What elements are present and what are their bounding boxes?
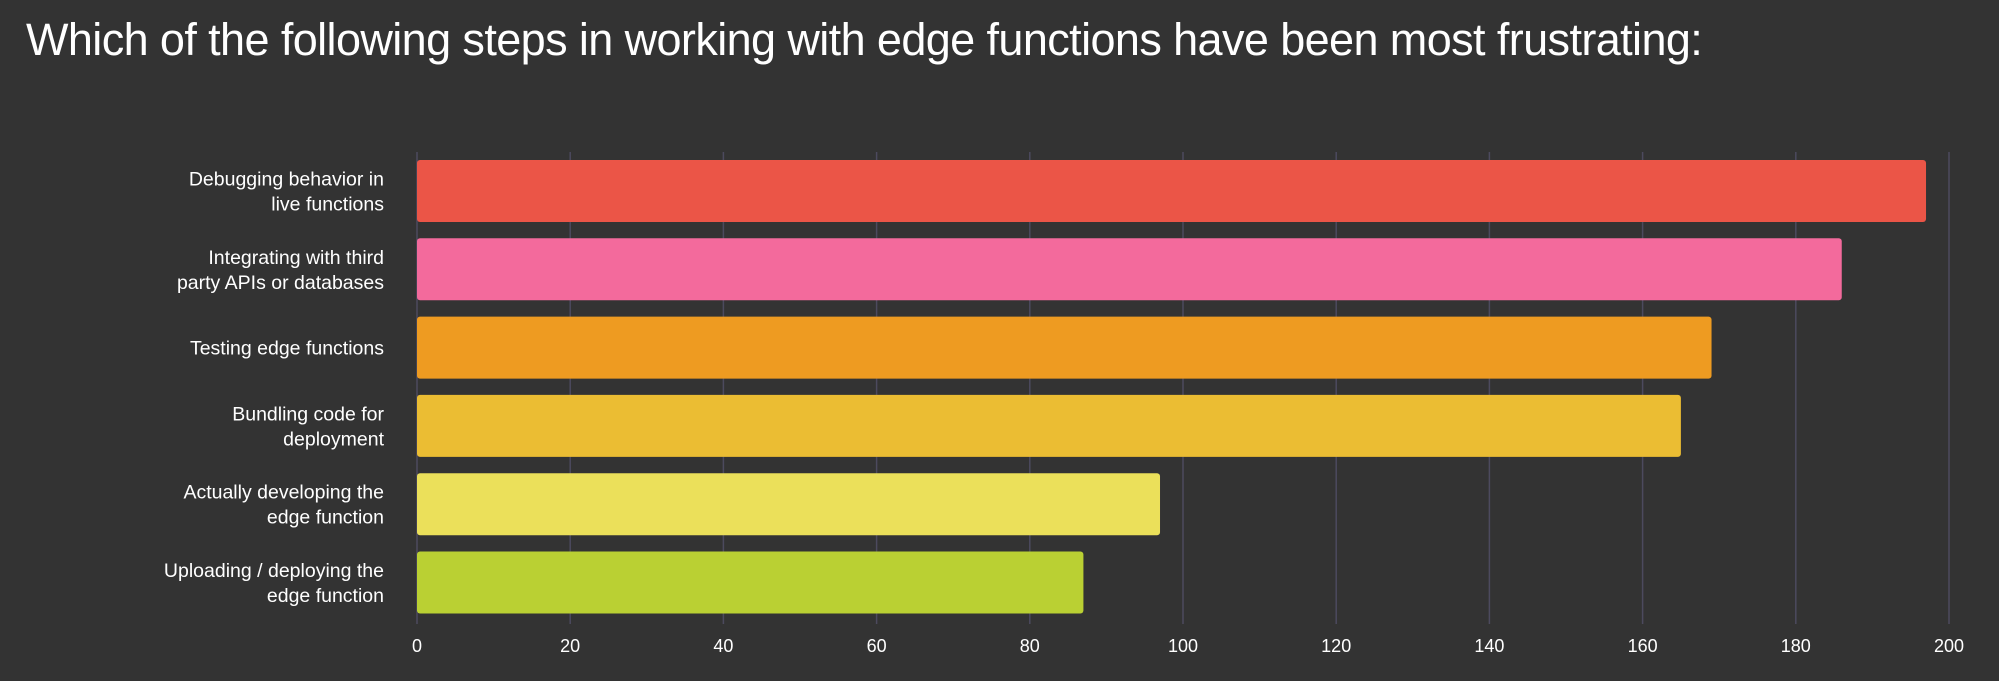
bar bbox=[417, 394, 1681, 457]
x-tick-label: 140 bbox=[1474, 636, 1504, 656]
y-category-label: Debugging behavior in live functions bbox=[189, 169, 384, 216]
x-tick-label: 80 bbox=[1020, 636, 1040, 656]
x-tick-label: 180 bbox=[1781, 636, 1811, 656]
y-category-label-line: edge function bbox=[267, 585, 384, 607]
y-category-label: Bundling code for deployment bbox=[232, 403, 384, 450]
bar bbox=[417, 551, 1084, 614]
y-category-label-line: Integrating with third bbox=[208, 247, 384, 269]
x-tick-label: 0 bbox=[412, 636, 422, 656]
bar bbox=[417, 238, 1842, 301]
x-tick-label: 160 bbox=[1628, 636, 1658, 656]
x-tick-label: 20 bbox=[560, 636, 580, 656]
y-category-label-line: live functions bbox=[271, 194, 384, 216]
y-category-label-line: deployment bbox=[283, 428, 384, 450]
y-category-label: Integrating with third party APIs or data… bbox=[177, 247, 384, 294]
y-category-label-line: Debugging behavior in bbox=[189, 169, 384, 191]
y-axis-labels: Debugging behavior in live functions Integ… bbox=[164, 169, 385, 608]
y-category-label-line: Actually developing the bbox=[183, 482, 384, 504]
bar-chart: Debugging behavior in live functions Integ… bbox=[164, 152, 1964, 656]
bars bbox=[417, 160, 1927, 614]
x-tick-label: 40 bbox=[713, 636, 733, 656]
y-category-label-line: Uploading / deploying the bbox=[164, 560, 384, 582]
y-category-label-line: party APIs or databases bbox=[177, 272, 384, 294]
y-category-label-line: Bundling code for bbox=[232, 403, 384, 425]
y-category-label-line: edge function bbox=[267, 507, 384, 529]
x-tick-label: 60 bbox=[867, 636, 887, 656]
bar bbox=[417, 160, 1927, 222]
y-category-label: Actually developing the edge function bbox=[183, 482, 384, 529]
x-axis-ticks: 0 20 40 60 80 100 120 140 160 180 200 bbox=[412, 636, 1964, 656]
x-tick-label: 100 bbox=[1168, 636, 1198, 656]
y-category-label: Uploading / deploying the edge function bbox=[164, 560, 384, 607]
bar bbox=[417, 473, 1161, 536]
y-category-label: Testing edge functions bbox=[190, 338, 384, 360]
y-category-label-line: Testing edge functions bbox=[190, 338, 384, 360]
x-tick-label: 200 bbox=[1934, 636, 1964, 656]
bar bbox=[417, 316, 1712, 379]
x-tick-label: 120 bbox=[1321, 636, 1351, 656]
